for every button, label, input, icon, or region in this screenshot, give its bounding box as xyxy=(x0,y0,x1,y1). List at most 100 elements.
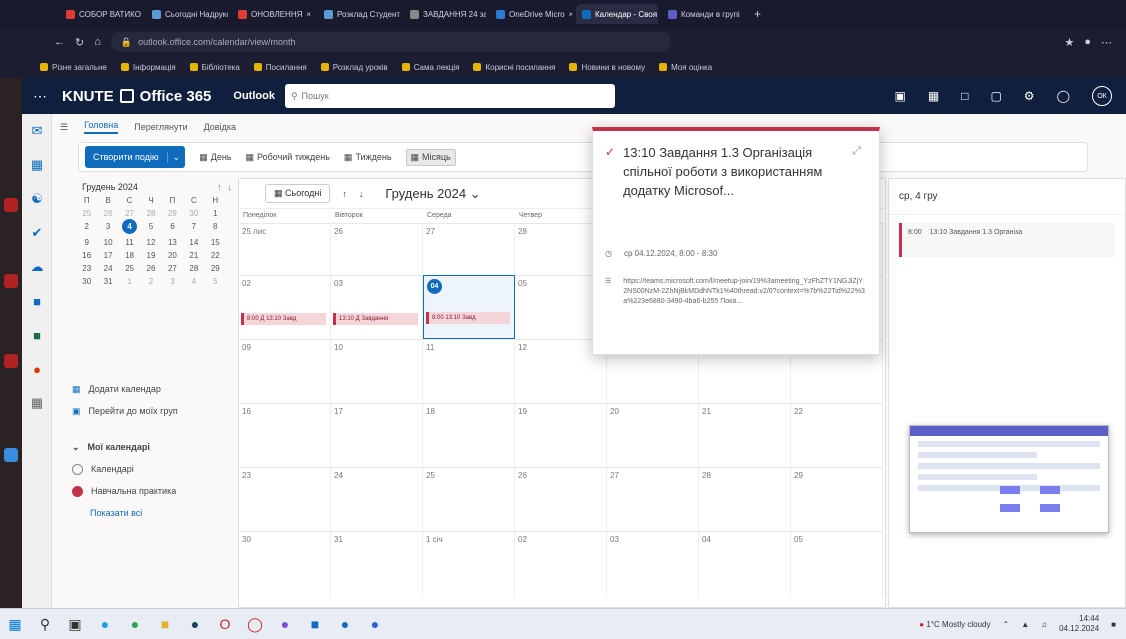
day-cell[interactable]: 05 xyxy=(791,531,883,597)
mini-day[interactable]: 26 xyxy=(97,209,118,218)
browser-tab[interactable]: Команди в групі× xyxy=(662,4,744,24)
bookmark-item[interactable]: Новини в новому xyxy=(569,63,645,72)
mini-day[interactable]: 5 xyxy=(205,277,226,286)
day-cell[interactable]: 21 xyxy=(699,403,791,467)
calendar-event[interactable]: 8:00 Д 13:10 Завд xyxy=(241,313,326,325)
next-month-icon[interactable]: ↓ xyxy=(359,189,364,199)
my-calendars-header[interactable]: ⌄ Мої календарі xyxy=(72,436,178,458)
close-icon[interactable]: × xyxy=(569,10,572,19)
browser-tab[interactable]: Розклад Студента× xyxy=(318,4,400,24)
app-launcher-icon[interactable]: ⋯ xyxy=(22,88,58,105)
search-icon[interactable]: ⚲ xyxy=(30,612,60,636)
view-week-button[interactable]: ▦ Тиждень xyxy=(344,152,392,163)
browser-tab[interactable]: СОБОР ВАТИКО× xyxy=(60,4,142,24)
mini-day[interactable]: 16 xyxy=(76,251,97,260)
mini-calendar-title[interactable]: Грудень 2024 xyxy=(82,182,138,192)
mini-day[interactable]: 14 xyxy=(183,238,204,247)
todo-icon[interactable]: ✔ xyxy=(22,216,52,250)
day-cell[interactable]: 03 13:10 Д Завдання xyxy=(331,275,423,339)
calendar-event[interactable]: 13:10 Д Завдання xyxy=(333,313,418,325)
mini-day[interactable]: 1 xyxy=(205,209,226,218)
mini-day[interactable]: 12 xyxy=(140,238,161,247)
calendar-icon[interactable]: ▦ xyxy=(22,148,52,182)
day-cell[interactable]: 29 xyxy=(791,467,883,531)
view-workweek-button[interactable]: ▦ Робочий тиждень xyxy=(246,152,330,163)
app-icon[interactable]: ● xyxy=(270,612,300,636)
day-cell[interactable]: 26 xyxy=(331,223,423,275)
url-field[interactable]: 🔒 outlook.office.com/calendar/view/month xyxy=(110,32,671,52)
day-cell[interactable]: 28 xyxy=(699,467,791,531)
mini-day[interactable]: 7 xyxy=(183,222,204,234)
day-cell[interactable]: 02 8:00 Д 13:10 Завд xyxy=(239,275,331,339)
mini-day[interactable]: 3 xyxy=(162,277,183,286)
day-cell[interactable]: 24 xyxy=(331,467,423,531)
go-to-groups-link[interactable]: ▣ Перейти до моїх груп xyxy=(72,400,178,422)
view-month-button[interactable]: ▦ Місяць xyxy=(405,148,456,166)
show-all-link[interactable]: Показати всі xyxy=(72,502,178,524)
network-icon[interactable]: ▲ xyxy=(1021,620,1029,629)
day-cell[interactable]: 23 xyxy=(239,467,331,531)
mini-day[interactable]: 1 xyxy=(119,277,140,286)
desktop-icon[interactable] xyxy=(4,198,18,212)
mini-day[interactable]: 30 xyxy=(183,209,204,218)
explorer-icon[interactable]: ■ xyxy=(150,612,180,636)
browser-tab[interactable]: OneDrive Micro × xyxy=(490,4,572,24)
extension-icon[interactable]: ★ xyxy=(1064,36,1074,49)
desktop-icon[interactable] xyxy=(4,448,18,462)
prev-month-icon[interactable]: ↑ xyxy=(342,189,347,199)
mini-day[interactable]: 17 xyxy=(97,251,118,260)
mini-day[interactable]: 21 xyxy=(183,251,204,260)
day-cell[interactable]: 30 xyxy=(239,531,331,597)
mini-day[interactable]: 29 xyxy=(205,264,226,273)
chevron-down-icon[interactable]: ⌄ xyxy=(166,151,186,163)
day-cell[interactable]: 1 січ xyxy=(423,531,515,597)
mini-day[interactable]: 6 xyxy=(162,222,183,234)
today-button[interactable]: ▦ Сьогодні xyxy=(265,184,331,203)
new-event-button[interactable]: Створити подію ⌄ xyxy=(85,146,186,168)
browser-tab[interactable]: ОНОВЛЕННЯ × xyxy=(232,4,314,24)
back-icon[interactable]: ← xyxy=(54,36,65,48)
mini-day[interactable]: 24 xyxy=(97,264,118,273)
mini-day[interactable]: 27 xyxy=(162,264,183,273)
tab-view[interactable]: Переглянути xyxy=(134,122,187,132)
start-icon[interactable]: ▦ xyxy=(0,612,30,636)
mini-day[interactable]: 28 xyxy=(140,209,161,218)
volume-icon[interactable]: ♫ xyxy=(1041,620,1047,629)
onedrive-icon[interactable]: ☁ xyxy=(22,250,52,284)
notes-icon[interactable]: ▢ xyxy=(990,89,1001,103)
day-cell[interactable]: 26 xyxy=(515,467,607,531)
calendar-item[interactable]: Навчальна практика xyxy=(72,480,178,502)
calendar-checkbox[interactable] xyxy=(72,485,83,497)
outlook-icon[interactable]: ■ xyxy=(300,612,330,636)
day-cell[interactable]: 22 xyxy=(791,403,883,467)
tab-home[interactable]: Головна xyxy=(84,120,119,134)
day-cell[interactable]: 31 xyxy=(331,531,423,597)
mini-day[interactable]: 4 xyxy=(122,219,138,234)
mini-day[interactable]: 25 xyxy=(119,264,140,273)
reload-icon[interactable]: ↻ xyxy=(75,36,84,49)
menu-icon[interactable]: ⋯ xyxy=(1101,36,1112,49)
day-cell[interactable]: 09 xyxy=(239,339,331,403)
chat-icon[interactable]: □ xyxy=(961,89,968,103)
bookmark-item[interactable]: Посилання xyxy=(253,63,307,72)
mini-day[interactable]: 18 xyxy=(119,251,140,260)
day-cell[interactable]: 17 xyxy=(331,403,423,467)
mini-day[interactable]: 9 xyxy=(76,238,97,247)
mini-day[interactable]: 28 xyxy=(183,264,204,273)
app-icon[interactable]: ● xyxy=(360,612,390,636)
bookmark-item[interactable]: Бібліотека xyxy=(189,63,240,72)
arrow-up-icon[interactable]: ↑ xyxy=(217,182,222,192)
teams-icon[interactable]: ▣ xyxy=(895,89,906,103)
month-title[interactable]: Грудень 2024 ⌄ xyxy=(385,186,480,202)
people-icon[interactable]: ☯ xyxy=(22,182,52,216)
browser-tab[interactable]: ЗАВДАННЯ 24 зах× xyxy=(404,4,486,24)
mini-day[interactable]: 8 xyxy=(205,222,226,234)
desktop-icon[interactable] xyxy=(4,354,18,368)
mini-day[interactable]: 2 xyxy=(140,277,161,286)
bookmark-item[interactable]: Різне загальне xyxy=(40,63,107,72)
chrome-icon[interactable]: ● xyxy=(120,612,150,636)
mail-icon[interactable]: ✉ xyxy=(22,114,52,148)
day-cell[interactable]: 27 xyxy=(423,223,515,275)
day-cell[interactable]: 25 xyxy=(423,467,515,531)
bookmark-item[interactable]: Сама лекція xyxy=(401,63,459,72)
